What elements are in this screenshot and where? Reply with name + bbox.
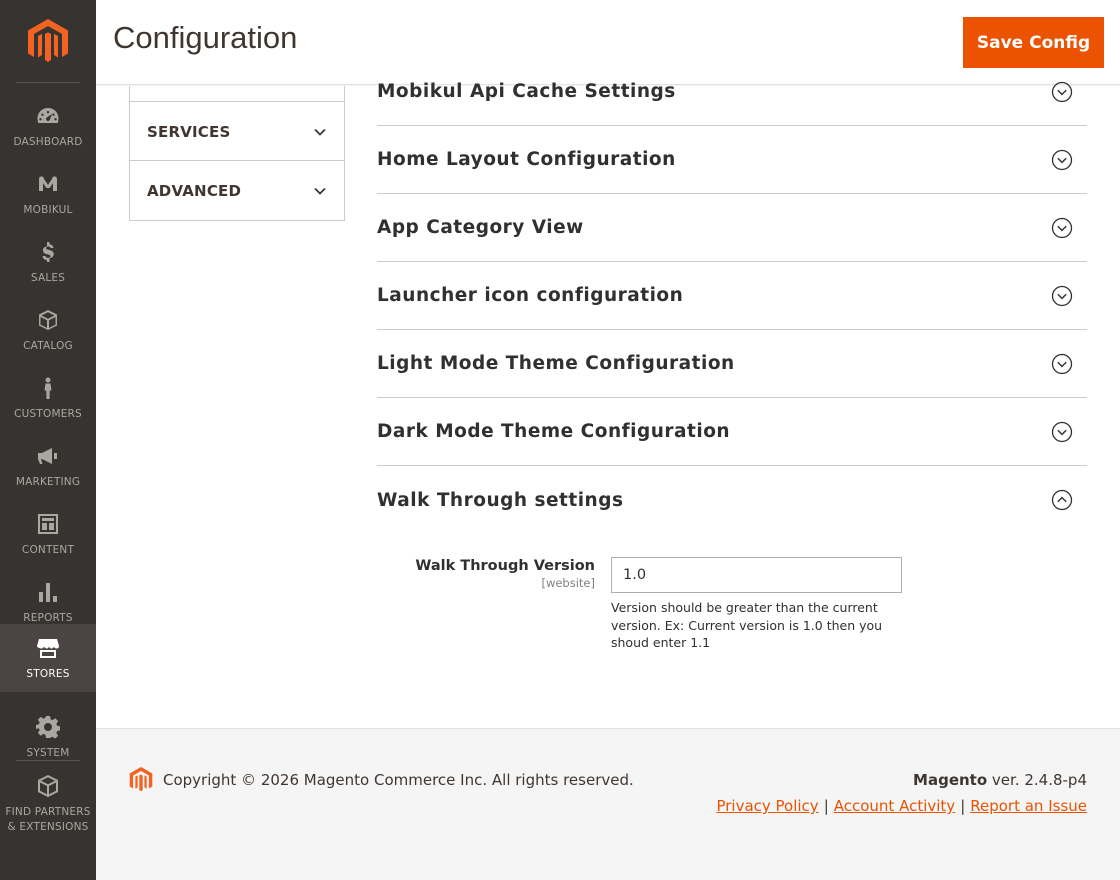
gear-icon [35,714,61,740]
section-title: Launcher icon configuration [377,285,684,306]
chevron-down-circle-icon[interactable] [1051,81,1073,103]
layout-icon [35,511,61,537]
walk-through-version-input[interactable] [611,557,902,593]
magento-logo-icon [28,19,68,62]
version-text: Magento ver. 2.4.8-p4 [913,771,1087,789]
sidebar-item-label: STORES [26,667,70,680]
sidebar-item-label: CONTENT [21,543,75,556]
link-separator: | [960,797,966,815]
sidebar-item-customers[interactable]: CUSTOMERS [0,365,96,431]
section-title: Dark Mode Theme Configuration [377,421,731,442]
sidebar-item-dashboard[interactable]: DASHBOARD [0,93,96,159]
bar-chart-icon [35,579,61,605]
section-home-layout[interactable]: Home Layout Configuration [377,126,1087,194]
chevron-down-icon [314,128,326,136]
sidebar-item-label: SYSTEM [26,746,70,759]
field-scope-label: [website] [541,576,595,590]
section-title: Light Mode Theme Configuration [377,353,735,374]
version-number: ver. 2.4.8-p4 [987,771,1087,789]
privacy-policy-link[interactable]: Privacy Policy [716,797,818,815]
sidebar-item-label: FIND PARTNERS & EXTENSIONS [5,806,91,833]
sidebar-item-catalog[interactable]: CATALOG [0,297,96,363]
tab-label: SERVICES [147,122,231,141]
mobikul-icon [35,171,61,197]
tab-services[interactable]: SERVICES [130,102,344,161]
chevron-up-circle-icon[interactable] [1051,489,1073,511]
section-app-category-view[interactable]: App Category View [377,194,1087,262]
section-title: App Category View [377,217,584,238]
sidebar-item-content[interactable]: CONTENT [0,501,96,567]
sidebar-item-label: SALES [30,271,66,284]
sidebar-item-label: MARKETING [15,475,81,488]
magento-logo[interactable] [0,0,96,84]
section-mobikul-api-cache[interactable]: Mobikul Api Cache Settings [377,58,1087,126]
sidebar-item-label: CATALOG [23,339,73,352]
tab-advanced[interactable]: ADVANCED [130,161,344,220]
tab-label: ADVANCED [147,181,242,200]
chevron-down-icon [314,187,326,195]
link-separator: | [823,797,829,815]
sidebar-item-label: MOBIKUL [23,203,73,216]
sidebar-logo-divider [16,82,80,83]
footer-links: Privacy Policy | Account Activity | Report a… [716,797,1087,815]
section-light-mode-theme[interactable]: Light Mode Theme Configuration [377,330,1087,398]
sidebar-item-stores[interactable]: STORES [0,624,96,692]
copyright-text: Copyright © 2026 Magento Commerce Inc. A… [163,771,634,789]
section-walk-through[interactable]: Walk Through settings [377,466,1087,534]
dashboard-gauge-icon [35,103,61,129]
sidebar-item-label: CUSTOMERS [14,407,82,420]
section-title: Home Layout Configuration [377,149,676,170]
sidebar-item-find-partners[interactable]: FIND PARTNERS & EXTENSIONS [0,766,96,842]
account-activity-link[interactable]: Account Activity [834,797,955,815]
box-icon [35,307,61,333]
config-tabs: SERVICES ADVANCED [129,86,345,221]
storefront-icon [35,635,61,661]
walk-through-version-label: Walk Through Version [415,558,595,574]
sidebar-item-mobikul[interactable]: MOBIKUL [0,161,96,227]
chevron-down-circle-icon[interactable] [1051,353,1073,375]
dollar-icon [35,239,61,265]
magento-logo-icon [129,767,153,792]
chevron-down-circle-icon[interactable] [1051,421,1073,443]
page-footer: Copyright © 2026 Magento Commerce Inc. A… [96,728,1120,880]
section-title: Mobikul Api Cache Settings [377,81,676,102]
main-content: SERVICES ADVANCED Mobikul Api Cache Sett… [96,81,1120,728]
sidebar-item-marketing[interactable]: MARKETING [0,433,96,499]
field-note: Version should be greater than the curre… [611,600,883,650]
admin-sidebar: DASHBOARD MOBIKUL SALES CATALOG CUSTOMER… [0,0,96,880]
report-issue-link[interactable]: Report an Issue [970,797,1087,815]
person-icon [35,375,61,401]
sidebar-item-sales[interactable]: SALES [0,229,96,295]
section-dark-mode-theme[interactable]: Dark Mode Theme Configuration [377,398,1087,466]
sidebar-item-label: DASHBOARD [13,135,83,148]
brand-name: Magento [913,771,988,789]
chevron-down-circle-icon[interactable] [1051,217,1073,239]
megaphone-icon [35,443,61,469]
page-title: Configuration [113,20,298,55]
section-launcher-icon[interactable]: Launcher icon configuration [377,262,1087,330]
chevron-down-circle-icon[interactable] [1051,285,1073,307]
chevron-down-circle-icon[interactable] [1051,149,1073,171]
extensions-box-icon [35,773,61,799]
section-title: Walk Through settings [377,489,624,511]
sidebar-divider [16,760,80,761]
